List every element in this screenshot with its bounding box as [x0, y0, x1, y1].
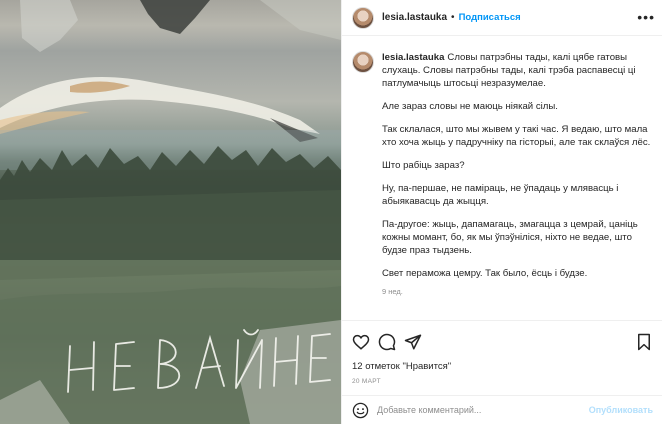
post-image[interactable]	[0, 0, 341, 424]
caption-paragraph: Што рабіць зараз?	[382, 160, 465, 171]
heart-icon[interactable]	[352, 333, 370, 351]
post-image-artwork	[0, 0, 341, 424]
likes-count[interactable]: 12 отметок "Нравится"	[352, 361, 451, 372]
comment-icon[interactable]	[378, 333, 396, 351]
comment-input[interactable]	[377, 405, 577, 415]
author-username[interactable]: lesia.lastauka	[382, 12, 447, 23]
smiley-icon[interactable]	[352, 402, 369, 419]
caption-paragraph: Але зараз словы не маюць ніякай сілы.	[382, 101, 558, 112]
post-header: lesia.lastauka • Подписаться •••	[342, 0, 662, 36]
caption-body: lesia.lastauka Словы патрэбны тады, калі …	[382, 51, 653, 320]
paper-plane-icon[interactable]	[404, 333, 422, 351]
caption-paragraph: Так склалася, што мы жывем у такі час. Я…	[382, 124, 651, 148]
comment-bar: Опубликовать	[342, 395, 662, 424]
post-date: 20 МАРТ	[352, 378, 381, 385]
post-age[interactable]: 9 нед.	[382, 287, 653, 296]
bookmark-icon[interactable]	[635, 333, 653, 351]
caption-first-paragraph: lesia.lastauka Словы патрэбны тады, калі …	[382, 51, 653, 90]
more-options-icon[interactable]: •••	[637, 10, 655, 24]
post-side-panel: lesia.lastauka • Подписаться ••• lesia.l…	[341, 0, 662, 424]
caption-paragraph: Па-другое: жыць, дапамагаць, змагацца з …	[382, 219, 638, 256]
follow-button[interactable]: Подписаться	[459, 12, 521, 23]
publish-button[interactable]: Опубликовать	[589, 405, 653, 415]
caption-paragraph: Свет пераможа цемру. Так было, ёсць і бу…	[382, 268, 588, 279]
header-separator: •	[451, 12, 455, 23]
actions-section: 12 отметок "Нравится" 20 МАРТ	[342, 320, 662, 395]
caption-username[interactable]: lesia.lastauka	[382, 52, 444, 63]
caption-paragraph: Ну, па-першае, не паміраць, не ўпадаць у…	[382, 183, 619, 207]
author-avatar[interactable]	[352, 6, 374, 29]
caption-author-avatar[interactable]	[352, 51, 374, 73]
caption-area: lesia.lastauka Словы патрэбны тады, калі …	[342, 37, 662, 320]
